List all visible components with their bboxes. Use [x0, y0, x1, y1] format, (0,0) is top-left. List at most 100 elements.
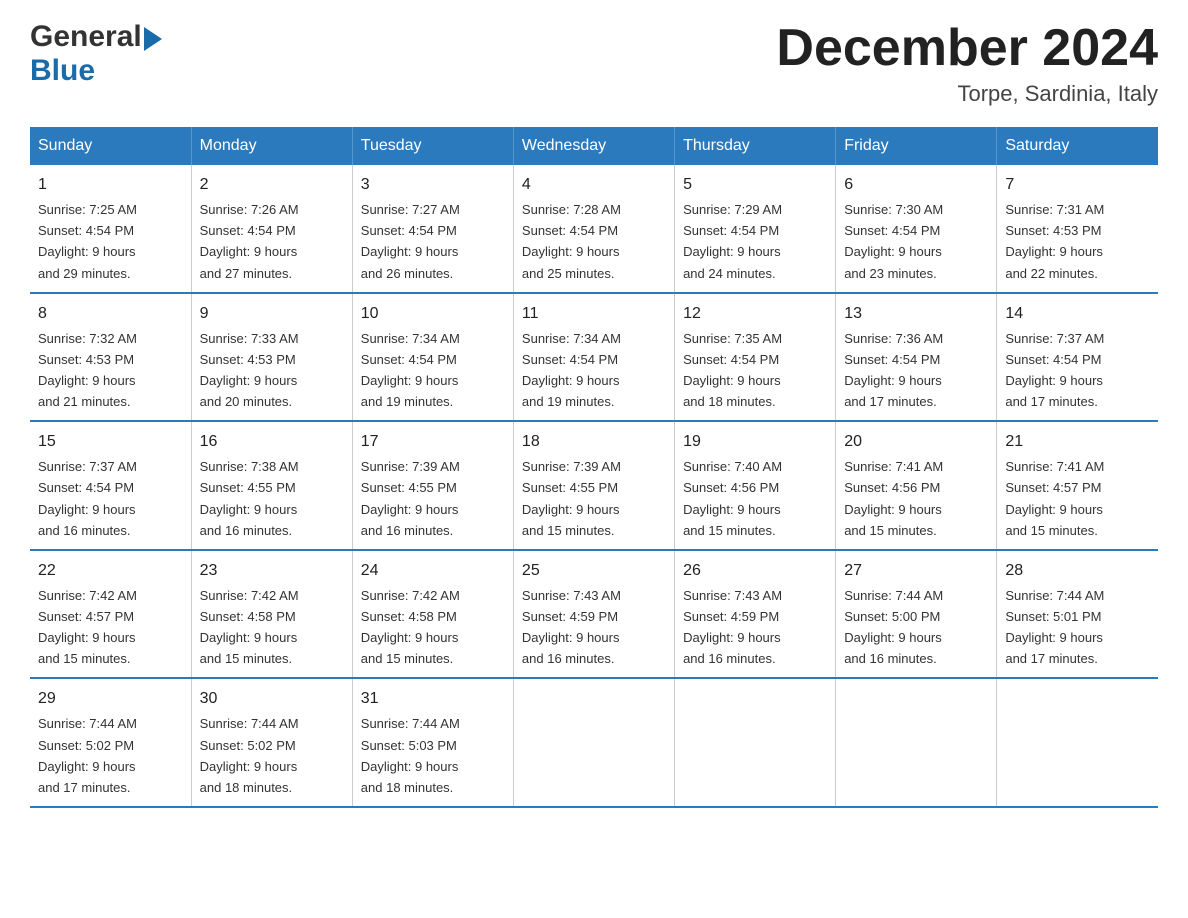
day-number: 6: [844, 173, 988, 197]
day-number: 10: [361, 302, 505, 326]
day-info: Sunrise: 7:43 AMSunset: 4:59 PMDaylight:…: [522, 588, 621, 666]
day-number: 14: [1005, 302, 1150, 326]
day-number: 22: [38, 559, 183, 583]
calendar-cell: 7 Sunrise: 7:31 AMSunset: 4:53 PMDayligh…: [997, 165, 1158, 293]
calendar-cell: 3 Sunrise: 7:27 AMSunset: 4:54 PMDayligh…: [352, 165, 513, 293]
day-number: 7: [1005, 173, 1150, 197]
day-number: 13: [844, 302, 988, 326]
calendar-cell: [513, 678, 674, 807]
day-number: 9: [200, 302, 344, 326]
day-info: Sunrise: 7:31 AMSunset: 4:53 PMDaylight:…: [1005, 202, 1104, 280]
calendar-cell: 16 Sunrise: 7:38 AMSunset: 4:55 PMDaylig…: [191, 421, 352, 550]
day-info: Sunrise: 7:28 AMSunset: 4:54 PMDaylight:…: [522, 202, 621, 280]
day-info: Sunrise: 7:34 AMSunset: 4:54 PMDaylight:…: [522, 331, 621, 409]
calendar-cell: 27 Sunrise: 7:44 AMSunset: 5:00 PMDaylig…: [836, 550, 997, 679]
day-info: Sunrise: 7:41 AMSunset: 4:57 PMDaylight:…: [1005, 459, 1104, 537]
calendar-cell: 15 Sunrise: 7:37 AMSunset: 4:54 PMDaylig…: [30, 421, 191, 550]
day-info: Sunrise: 7:44 AMSunset: 5:02 PMDaylight:…: [200, 716, 299, 794]
day-info: Sunrise: 7:42 AMSunset: 4:58 PMDaylight:…: [361, 588, 460, 666]
calendar-cell: 29 Sunrise: 7:44 AMSunset: 5:02 PMDaylig…: [30, 678, 191, 807]
day-info: Sunrise: 7:33 AMSunset: 4:53 PMDaylight:…: [200, 331, 299, 409]
day-info: Sunrise: 7:35 AMSunset: 4:54 PMDaylight:…: [683, 331, 782, 409]
day-info: Sunrise: 7:42 AMSunset: 4:57 PMDaylight:…: [38, 588, 137, 666]
title-block: December 2024 Torpe, Sardinia, Italy: [776, 20, 1158, 107]
day-number: 4: [522, 173, 666, 197]
day-info: Sunrise: 7:44 AMSunset: 5:01 PMDaylight:…: [1005, 588, 1104, 666]
calendar-cell: 18 Sunrise: 7:39 AMSunset: 4:55 PMDaylig…: [513, 421, 674, 550]
day-number: 26: [683, 559, 827, 583]
header-monday: Monday: [191, 127, 352, 165]
day-number: 18: [522, 430, 666, 454]
day-info: Sunrise: 7:41 AMSunset: 4:56 PMDaylight:…: [844, 459, 943, 537]
calendar-cell: 26 Sunrise: 7:43 AMSunset: 4:59 PMDaylig…: [675, 550, 836, 679]
day-info: Sunrise: 7:39 AMSunset: 4:55 PMDaylight:…: [522, 459, 621, 537]
calendar-cell: 21 Sunrise: 7:41 AMSunset: 4:57 PMDaylig…: [997, 421, 1158, 550]
calendar-cell: 11 Sunrise: 7:34 AMSunset: 4:54 PMDaylig…: [513, 293, 674, 422]
month-title: December 2024: [776, 20, 1158, 77]
header-thursday: Thursday: [675, 127, 836, 165]
calendar-cell: [675, 678, 836, 807]
calendar-cell: 24 Sunrise: 7:42 AMSunset: 4:58 PMDaylig…: [352, 550, 513, 679]
header-saturday: Saturday: [997, 127, 1158, 165]
header-friday: Friday: [836, 127, 997, 165]
day-info: Sunrise: 7:44 AMSunset: 5:02 PMDaylight:…: [38, 716, 137, 794]
logo-arrow-icon: [144, 27, 162, 51]
day-number: 24: [361, 559, 505, 583]
day-number: 5: [683, 173, 827, 197]
calendar-week-row: 22 Sunrise: 7:42 AMSunset: 4:57 PMDaylig…: [30, 550, 1158, 679]
day-number: 1: [38, 173, 183, 197]
day-number: 29: [38, 687, 183, 711]
day-info: Sunrise: 7:25 AMSunset: 4:54 PMDaylight:…: [38, 202, 137, 280]
calendar-cell: 14 Sunrise: 7:37 AMSunset: 4:54 PMDaylig…: [997, 293, 1158, 422]
calendar-cell: 5 Sunrise: 7:29 AMSunset: 4:54 PMDayligh…: [675, 165, 836, 293]
calendar-cell: 25 Sunrise: 7:43 AMSunset: 4:59 PMDaylig…: [513, 550, 674, 679]
calendar-cell: 4 Sunrise: 7:28 AMSunset: 4:54 PMDayligh…: [513, 165, 674, 293]
day-info: Sunrise: 7:32 AMSunset: 4:53 PMDaylight:…: [38, 331, 137, 409]
logo: General Blue: [30, 20, 162, 88]
calendar-week-row: 15 Sunrise: 7:37 AMSunset: 4:54 PMDaylig…: [30, 421, 1158, 550]
logo-blue-text: Blue: [30, 54, 95, 87]
day-number: 20: [844, 430, 988, 454]
header-tuesday: Tuesday: [352, 127, 513, 165]
calendar-body: 1 Sunrise: 7:25 AMSunset: 4:54 PMDayligh…: [30, 165, 1158, 807]
day-number: 27: [844, 559, 988, 583]
day-info: Sunrise: 7:40 AMSunset: 4:56 PMDaylight:…: [683, 459, 782, 537]
calendar-cell: 2 Sunrise: 7:26 AMSunset: 4:54 PMDayligh…: [191, 165, 352, 293]
calendar-cell: 28 Sunrise: 7:44 AMSunset: 5:01 PMDaylig…: [997, 550, 1158, 679]
day-info: Sunrise: 7:30 AMSunset: 4:54 PMDaylight:…: [844, 202, 943, 280]
day-info: Sunrise: 7:38 AMSunset: 4:55 PMDaylight:…: [200, 459, 299, 537]
calendar-week-row: 8 Sunrise: 7:32 AMSunset: 4:53 PMDayligh…: [30, 293, 1158, 422]
day-number: 21: [1005, 430, 1150, 454]
calendar-cell: 13 Sunrise: 7:36 AMSunset: 4:54 PMDaylig…: [836, 293, 997, 422]
calendar-cell: 12 Sunrise: 7:35 AMSunset: 4:54 PMDaylig…: [675, 293, 836, 422]
calendar-cell: 10 Sunrise: 7:34 AMSunset: 4:54 PMDaylig…: [352, 293, 513, 422]
day-info: Sunrise: 7:36 AMSunset: 4:54 PMDaylight:…: [844, 331, 943, 409]
day-info: Sunrise: 7:43 AMSunset: 4:59 PMDaylight:…: [683, 588, 782, 666]
day-info: Sunrise: 7:39 AMSunset: 4:55 PMDaylight:…: [361, 459, 460, 537]
day-number: 3: [361, 173, 505, 197]
calendar-cell: 1 Sunrise: 7:25 AMSunset: 4:54 PMDayligh…: [30, 165, 191, 293]
calendar-cell: 20 Sunrise: 7:41 AMSunset: 4:56 PMDaylig…: [836, 421, 997, 550]
header-wednesday: Wednesday: [513, 127, 674, 165]
day-info: Sunrise: 7:37 AMSunset: 4:54 PMDaylight:…: [1005, 331, 1104, 409]
day-number: 17: [361, 430, 505, 454]
day-info: Sunrise: 7:26 AMSunset: 4:54 PMDaylight:…: [200, 202, 299, 280]
day-number: 23: [200, 559, 344, 583]
weekday-header-row: Sunday Monday Tuesday Wednesday Thursday…: [30, 127, 1158, 165]
location-subtitle: Torpe, Sardinia, Italy: [776, 81, 1158, 107]
calendar-cell: 30 Sunrise: 7:44 AMSunset: 5:02 PMDaylig…: [191, 678, 352, 807]
calendar-week-row: 1 Sunrise: 7:25 AMSunset: 4:54 PMDayligh…: [30, 165, 1158, 293]
day-number: 28: [1005, 559, 1150, 583]
day-number: 8: [38, 302, 183, 326]
day-number: 16: [200, 430, 344, 454]
calendar-cell: 17 Sunrise: 7:39 AMSunset: 4:55 PMDaylig…: [352, 421, 513, 550]
calendar-week-row: 29 Sunrise: 7:44 AMSunset: 5:02 PMDaylig…: [30, 678, 1158, 807]
day-info: Sunrise: 7:37 AMSunset: 4:54 PMDaylight:…: [38, 459, 137, 537]
calendar-table: Sunday Monday Tuesday Wednesday Thursday…: [30, 127, 1158, 808]
header-sunday: Sunday: [30, 127, 191, 165]
page-header: General Blue December 2024 Torpe, Sardin…: [30, 20, 1158, 107]
calendar-cell: 6 Sunrise: 7:30 AMSunset: 4:54 PMDayligh…: [836, 165, 997, 293]
day-info: Sunrise: 7:44 AMSunset: 5:03 PMDaylight:…: [361, 716, 460, 794]
day-info: Sunrise: 7:27 AMSunset: 4:54 PMDaylight:…: [361, 202, 460, 280]
calendar-cell: [997, 678, 1158, 807]
